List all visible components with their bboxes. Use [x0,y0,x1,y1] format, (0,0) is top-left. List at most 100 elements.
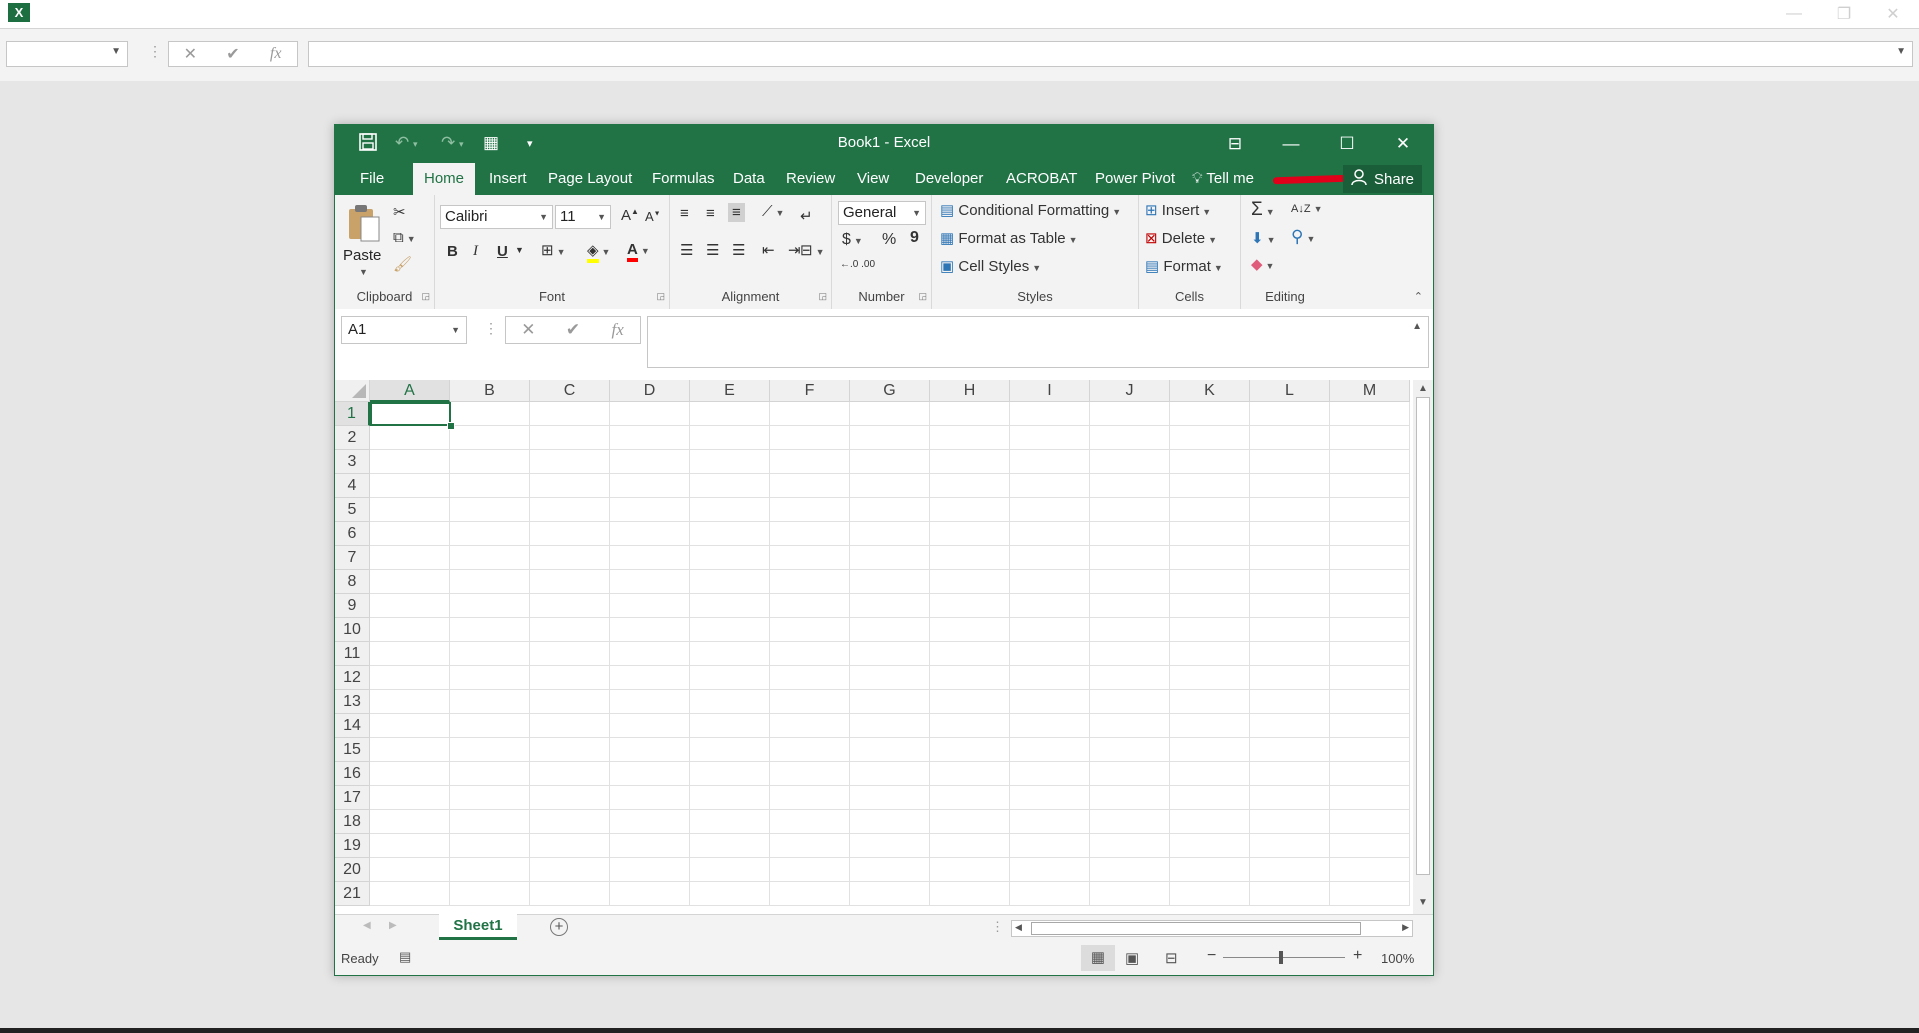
row-header-17[interactable]: 17 [335,786,370,810]
cell-e17[interactable] [690,786,770,810]
cell-d1[interactable] [610,402,690,426]
cell-j11[interactable] [1090,642,1170,666]
chevron-down-icon[interactable]: ▼ [1896,46,1906,57]
cut-icon[interactable]: ✂ [393,203,406,221]
cell-c1[interactable] [530,402,610,426]
cell-m10[interactable] [1330,618,1410,642]
cell-k5[interactable] [1170,498,1250,522]
clear-icon[interactable]: ◆ ▼ [1251,255,1274,273]
zoom-slider-thumb[interactable] [1279,951,1283,964]
page-break-view-icon[interactable]: ⊟ [1165,949,1178,967]
cell-d10[interactable] [610,618,690,642]
cell-g16[interactable] [850,762,930,786]
cell-c12[interactable] [530,666,610,690]
cell-m12[interactable] [1330,666,1410,690]
vertical-scroll-thumb[interactable] [1416,397,1430,875]
cell-h17[interactable] [930,786,1010,810]
cell-i20[interactable] [1010,858,1090,882]
cell-a19[interactable] [370,834,450,858]
italic-button[interactable]: I [473,243,478,260]
cell-i9[interactable] [1010,594,1090,618]
cell-m6[interactable] [1330,522,1410,546]
cell-j3[interactable] [1090,450,1170,474]
normal-view-icon[interactable]: ▦ [1081,945,1115,971]
cell-h21[interactable] [930,882,1010,906]
cell-e20[interactable] [690,858,770,882]
cell-i2[interactable] [1010,426,1090,450]
cell-a9[interactable] [370,594,450,618]
percent-button[interactable]: % [882,231,896,249]
cell-h6[interactable] [930,522,1010,546]
cell-b1[interactable] [450,402,530,426]
tab-power-pivot[interactable]: Power Pivot [1084,163,1186,195]
cell-b11[interactable] [450,642,530,666]
cell-h14[interactable] [930,714,1010,738]
format-painter-icon[interactable]: 🖌︎ [393,255,412,273]
row-header-18[interactable]: 18 [335,810,370,834]
cell-b3[interactable] [450,450,530,474]
zoom-out-button[interactable]: − [1207,947,1216,965]
cell-i7[interactable] [1010,546,1090,570]
column-header-h[interactable]: H [930,380,1010,402]
cell-c5[interactable] [530,498,610,522]
cell-k15[interactable] [1170,738,1250,762]
cell-k8[interactable] [1170,570,1250,594]
cell-d7[interactable] [610,546,690,570]
cell-l21[interactable] [1250,882,1330,906]
cell-m1[interactable] [1330,402,1410,426]
cell-g2[interactable] [850,426,930,450]
cell-h19[interactable] [930,834,1010,858]
cell-e19[interactable] [690,834,770,858]
cell-k9[interactable] [1170,594,1250,618]
close-button[interactable]: ✕ [1375,125,1431,163]
tab-file[interactable]: File [349,163,395,195]
cell-f13[interactable] [770,690,850,714]
tab-review[interactable]: Review [775,163,846,195]
cell-k1[interactable] [1170,402,1250,426]
cell-a2[interactable] [370,426,450,450]
cell-i17[interactable] [1010,786,1090,810]
cell-j8[interactable] [1090,570,1170,594]
cell-j1[interactable] [1090,402,1170,426]
cell-e6[interactable] [690,522,770,546]
cell-f20[interactable] [770,858,850,882]
cell-e15[interactable] [690,738,770,762]
cell-h20[interactable] [930,858,1010,882]
cell-f2[interactable] [770,426,850,450]
cell-c18[interactable] [530,810,610,834]
shrink-font-button[interactable]: A▼ [645,209,661,224]
cell-e3[interactable] [690,450,770,474]
cell-d19[interactable] [610,834,690,858]
row-header-20[interactable]: 20 [335,858,370,882]
row-header-6[interactable]: 6 [335,522,370,546]
cell-l12[interactable] [1250,666,1330,690]
sheet-tab[interactable]: Sheet1 [439,914,517,940]
cell-e11[interactable] [690,642,770,666]
horizontal-scroll-thumb[interactable] [1031,922,1361,935]
worksheet-grid[interactable]: ABCDEFGHIJKLM 1 2 3 4 5 6 7 8 9 10 11 12 13 14 15 16 17 1… [335,380,1413,914]
cell-j5[interactable] [1090,498,1170,522]
cell-l13[interactable] [1250,690,1330,714]
cell-d14[interactable] [610,714,690,738]
scroll-up-icon[interactable]: ▲ [1413,383,1433,394]
cell-a13[interactable] [370,690,450,714]
cell-b18[interactable] [450,810,530,834]
cell-b13[interactable] [450,690,530,714]
cell-m16[interactable] [1330,762,1410,786]
cell-c4[interactable] [530,474,610,498]
cell-k21[interactable] [1170,882,1250,906]
chevron-down-icon[interactable]: ▼ [515,245,524,255]
cell-m7[interactable] [1330,546,1410,570]
cell-m21[interactable] [1330,882,1410,906]
scroll-down-icon[interactable]: ▼ [1413,897,1433,908]
format-as-table-button[interactable]: ▦ Format as Table ▼ [940,229,1078,247]
row-header-10[interactable]: 10 [335,618,370,642]
cell-j15[interactable] [1090,738,1170,762]
cell-b10[interactable] [450,618,530,642]
column-header-e[interactable]: E [690,380,770,402]
row-header-19[interactable]: 19 [335,834,370,858]
cell-c7[interactable] [530,546,610,570]
outer-name-box[interactable]: ▼ [6,41,128,67]
cell-f8[interactable] [770,570,850,594]
cell-c14[interactable] [530,714,610,738]
